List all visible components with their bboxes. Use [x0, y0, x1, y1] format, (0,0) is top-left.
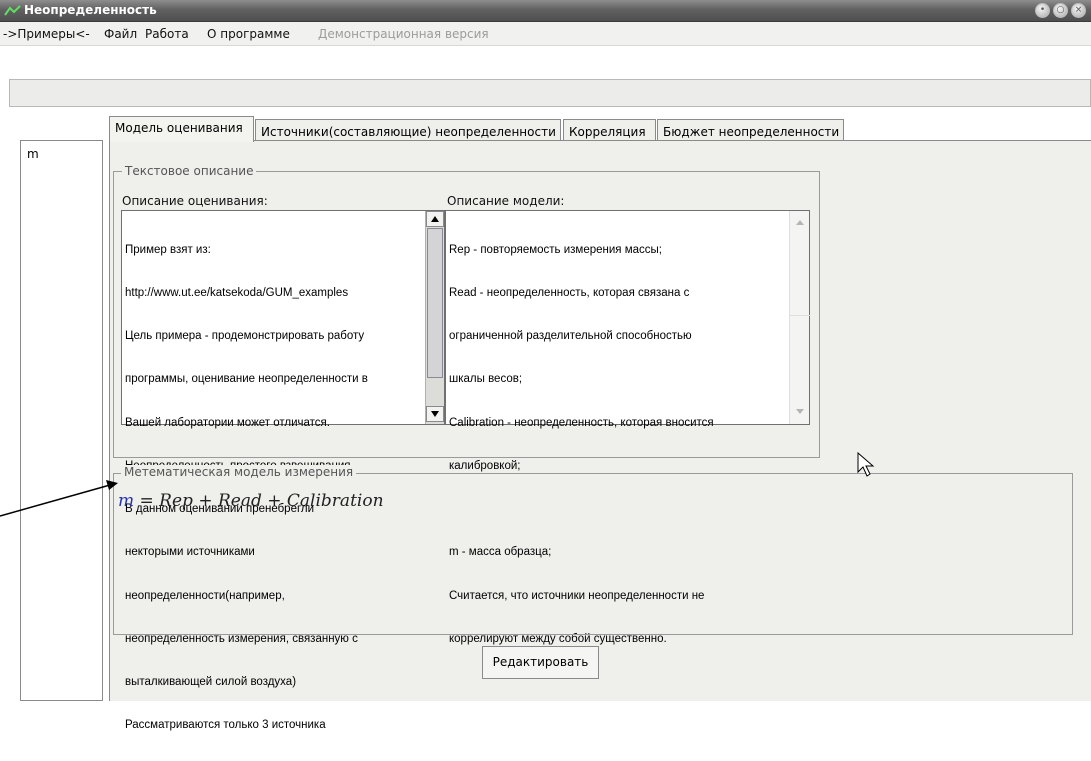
math-model-title: Метематическая модель измерения	[121, 465, 357, 479]
close-icon[interactable]: ×	[1071, 3, 1086, 18]
tab-evaluation-model[interactable]: Модель оценивания	[109, 116, 254, 142]
scroll-down-icon[interactable]	[426, 406, 444, 422]
evaluation-description-textarea[interactable]: Пример взят из: http://www.ut.ee/katseko…	[121, 210, 445, 731]
formula-rhs: = Rep + Read + Calibration	[139, 491, 384, 511]
mouse-cursor-icon	[857, 452, 875, 477]
evaluation-scrollbar[interactable]	[425, 211, 444, 424]
list-item[interactable]: m	[27, 147, 39, 161]
scroll-up-icon	[794, 217, 806, 230]
model-list[interactable]: m	[20, 140, 103, 701]
model-scrollbar[interactable]	[789, 211, 810, 424]
scroll-up-icon[interactable]	[426, 211, 444, 227]
model-description-textarea[interactable]: Rep - повторяемость измерения массы; Rea…	[445, 210, 810, 645]
window-title: Неопределенность	[24, 3, 157, 17]
tab-uncertainty-sources[interactable]: Источники(составляющие) неопределенности	[255, 119, 561, 141]
menu-about[interactable]: О программе	[207, 27, 290, 41]
toolbar	[9, 79, 1091, 107]
window-titlebar[interactable]: Неопределенность • ○ ×	[0, 0, 1091, 22]
edit-button[interactable]: Редактировать	[482, 646, 599, 679]
menu-demo-version: Демонстрационная версия	[318, 27, 489, 41]
menu-examples[interactable]: ->Примеры<-	[3, 27, 90, 41]
maximize-icon[interactable]: ○	[1053, 3, 1068, 18]
scroll-divider	[790, 315, 810, 316]
annotation-arrow-icon	[0, 480, 118, 517]
model-description-label: Описание модели:	[447, 194, 565, 208]
menu-file[interactable]: Файл	[104, 27, 137, 41]
menu-work[interactable]: Работа	[145, 27, 189, 41]
menu-bar: ->Примеры<- Файл Работа О программе Демо…	[0, 22, 1091, 46]
evaluation-description-label: Описание оценивания:	[122, 194, 268, 208]
tab-correlation[interactable]: Корреляция	[563, 119, 656, 141]
scroll-down-icon	[794, 407, 806, 420]
math-formula: m = Rep + Read + Calibration	[118, 491, 384, 511]
app-wave-icon	[4, 5, 21, 16]
scroll-thumb[interactable]	[427, 228, 443, 378]
text-description-title: Текстовое описание	[122, 164, 257, 178]
tab-uncertainty-budget[interactable]: Бюджет неопределенности	[657, 119, 844, 141]
minimize-icon[interactable]: •	[1035, 3, 1050, 18]
